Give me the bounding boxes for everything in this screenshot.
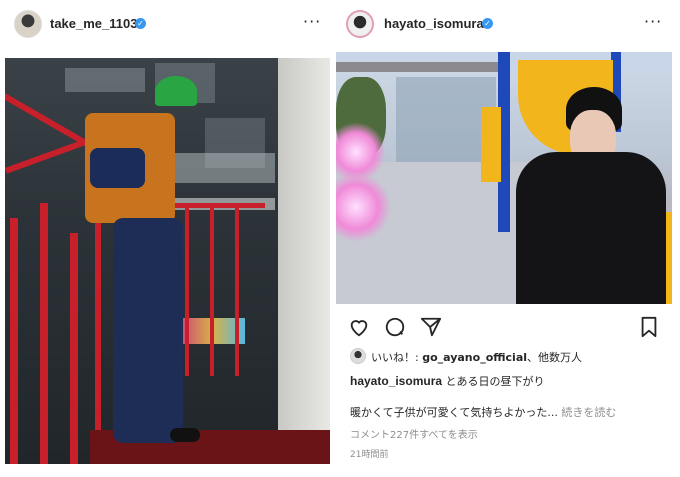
send-icon[interactable] [420, 316, 442, 338]
view-comments-link[interactable]: コメント227件すべてを表示 [350, 426, 478, 441]
left-username[interactable]: take_me_1103 [50, 16, 137, 31]
bookmark-icon[interactable] [638, 316, 660, 338]
left-post-photo[interactable] [5, 58, 330, 464]
liker-avatar[interactable] [350, 348, 366, 364]
left-avatar[interactable] [14, 10, 42, 38]
caption-username[interactable]: hayato_isomura [350, 374, 442, 388]
verified-badge-icon: ✓ [135, 18, 146, 29]
likes-text: いいね！: go_ayano_official、他数万人 [371, 349, 582, 365]
post-timestamp: 21時間前 [350, 450, 389, 460]
read-more-link[interactable]: 続きを読む [558, 406, 616, 419]
caption-body-text: 暖かくて子供が可愛くて気持ちよかった... [350, 406, 558, 419]
liker-username[interactable]: go_ayano_official [422, 351, 527, 364]
right-avatar[interactable] [346, 10, 374, 38]
right-post: hayato_isomura ✓ ··· いいね！: go_ayano_offi… [336, 0, 680, 477]
more-options-icon[interactable]: ··· [303, 12, 321, 31]
more-options-icon[interactable]: ··· [644, 12, 662, 31]
heart-icon[interactable] [348, 316, 370, 338]
comment-icon[interactable] [384, 316, 406, 338]
caption: hayato_isomura とある日の昼下がり [350, 373, 545, 389]
verified-badge-icon: ✓ [482, 18, 493, 29]
right-username[interactable]: hayato_isomura [384, 16, 484, 31]
likes-prefix: いいね！: [371, 351, 423, 364]
caption-text: とある日の昼下がり [442, 375, 545, 388]
caption-body: 暖かくて子供が可愛くて気持ちよかった... 続きを読む [350, 404, 616, 420]
right-post-photo[interactable] [336, 52, 672, 304]
left-post: take_me_1103 ✓ ··· [0, 0, 336, 477]
likes-suffix[interactable]: 、他数万人 [527, 351, 582, 364]
